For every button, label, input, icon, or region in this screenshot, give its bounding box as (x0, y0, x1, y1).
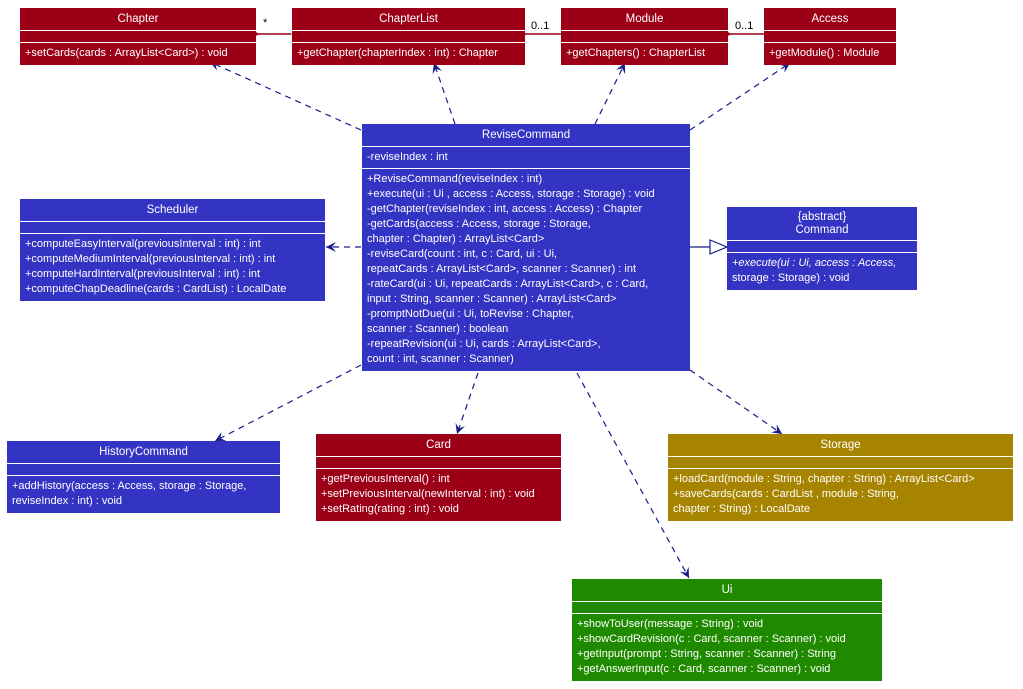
attributes (316, 457, 561, 468)
operation: repeatCards : ArrayList<Card>, scanner :… (367, 263, 637, 275)
class-name: ReviseCommand (481, 129, 571, 141)
operation: storage : Storage) : void (732, 272, 850, 284)
class-storage[interactable]: Storage +loadCard(module : String, chapt… (668, 434, 1013, 521)
operation: +computeChapDeadline(cards : CardList) :… (25, 283, 287, 295)
operation: +setRating(rating : int) : void (321, 503, 459, 515)
operation: input : String, scanner : Scanner) : Arr… (367, 293, 617, 305)
dependency-revisecommand-chapterlist (432, 62, 456, 125)
dependency-revisecommand-card (455, 372, 479, 435)
operation: -rateCard(ui : Ui, repeatCards : ArrayLi… (367, 278, 649, 290)
operation: -reviseCard(count : int, c : Card, ui : … (367, 248, 558, 260)
class-name: ChapterList (379, 13, 438, 25)
operation: count : int, scanner : Scanner) (367, 353, 514, 365)
class-scheduler[interactable]: Scheduler +computeEasyInterval(previousI… (20, 199, 325, 301)
operation: +getInput(prompt : String, scanner : Sca… (577, 648, 836, 660)
class-access[interactable]: Access +getModule() : Module (764, 8, 896, 65)
operation: +loadCard(module : String, chapter : Str… (673, 473, 975, 485)
attributes (20, 222, 325, 233)
operation: chapter : String) : LocalDate (673, 503, 810, 515)
operation: -getChapter(reviseIndex : int, access : … (367, 203, 643, 215)
class-module[interactable]: Module +getChapters() : ChapterList (561, 8, 728, 65)
attributes (572, 602, 882, 613)
operation: +getChapter(chapterIndex : int) : Chapte… (297, 47, 498, 59)
class-name: Storage (820, 439, 861, 451)
attribute: -reviseIndex : int (367, 151, 448, 163)
dependency-revisecommand-historycommand (214, 364, 362, 442)
multiplicity-chapter: * (263, 17, 268, 29)
class-name: Command (795, 224, 849, 236)
class-revisecommand[interactable]: ReviseCommand -reviseIndex : int +Revise… (362, 124, 690, 371)
operation: +computeEasyInterval(previousInterval : … (25, 238, 261, 250)
operation: +setPreviousInterval(newInterval : int) … (321, 488, 535, 500)
operation: chapter : Chapter) : ArrayList<Card> (367, 233, 545, 245)
attributes (20, 31, 256, 42)
operation: reviseIndex : int) : void (12, 495, 123, 507)
class-name: Card (426, 439, 451, 451)
class-chapter[interactable]: Chapter +setCards(cards : ArrayList<Card… (20, 8, 256, 65)
class-name: Module (625, 13, 664, 25)
operation: +getPreviousInterval() : int (321, 473, 450, 485)
operation: +computeHardInterval(previousInterval : … (25, 268, 261, 280)
attributes (561, 31, 728, 42)
class-card[interactable]: Card +getPreviousInterval() : int +setPr… (316, 434, 561, 521)
operation: scanner : Scanner) : boolean (367, 323, 509, 335)
class-name: Scheduler (146, 204, 199, 216)
attributes (668, 457, 1013, 468)
operation: +computeMediumInterval(previousInterval … (25, 253, 276, 265)
operation: -promptNotDue(ui : Ui, toRevise : Chapte… (367, 308, 574, 320)
operation: -getCards(access : Access, storage : Sto… (367, 218, 591, 230)
operation: +setCards(cards : ArrayList<Card>) : voi… (25, 47, 228, 59)
operation: +execute(ui : Ui , access : Access, stor… (367, 188, 655, 200)
attributes (7, 464, 280, 475)
class-name: Ui (721, 584, 733, 596)
multiplicity-module: 0..1 (735, 20, 754, 32)
attributes (292, 31, 525, 42)
operation: +addHistory(access : Access, storage : S… (12, 480, 247, 492)
class-name: Chapter (117, 13, 159, 25)
class-ui[interactable]: Ui +showToUser(message : String) : void … (572, 579, 882, 681)
class-chapterlist[interactable]: ChapterList +getChapter(chapterIndex : i… (292, 8, 525, 65)
attributes (764, 31, 896, 42)
operation: +saveCards(cards : CardList , module : S… (673, 488, 899, 500)
operation: +showCardRevision(c : Card, scanner : Sc… (577, 633, 846, 645)
attributes (727, 241, 917, 252)
inheritance-arrowhead (709, 239, 729, 255)
operation: +ReviseCommand(reviseIndex : int) (367, 173, 543, 185)
class-stereotype: {abstract} (797, 211, 847, 223)
class-historycommand[interactable]: HistoryCommand +addHistory(access : Acce… (7, 441, 280, 513)
operation: +getModule() : Module (769, 47, 880, 59)
class-name: Access (811, 13, 849, 25)
operation: +execute(ui : Ui, access : Access, (732, 257, 897, 269)
class-command[interactable]: {abstract} Command +execute(ui : Ui, acc… (727, 207, 917, 290)
multiplicity-chapterlist: 0..1 (531, 20, 550, 32)
dependency-revisecommand-access (689, 62, 791, 131)
dependency-revisecommand-chapter (209, 61, 362, 131)
operation: +getAnswerInput(c : Card, scanner : Scan… (577, 663, 831, 675)
operation: +getChapters() : ChapterList (566, 47, 706, 59)
dependency-revisecommand-storage (689, 369, 783, 435)
class-name: HistoryCommand (99, 446, 188, 458)
operation: -repeatRevision(ui : Ui, cards : ArrayLi… (367, 338, 601, 350)
dependency-revisecommand-module (594, 62, 626, 125)
operation: +showToUser(message : String) : void (577, 618, 764, 630)
